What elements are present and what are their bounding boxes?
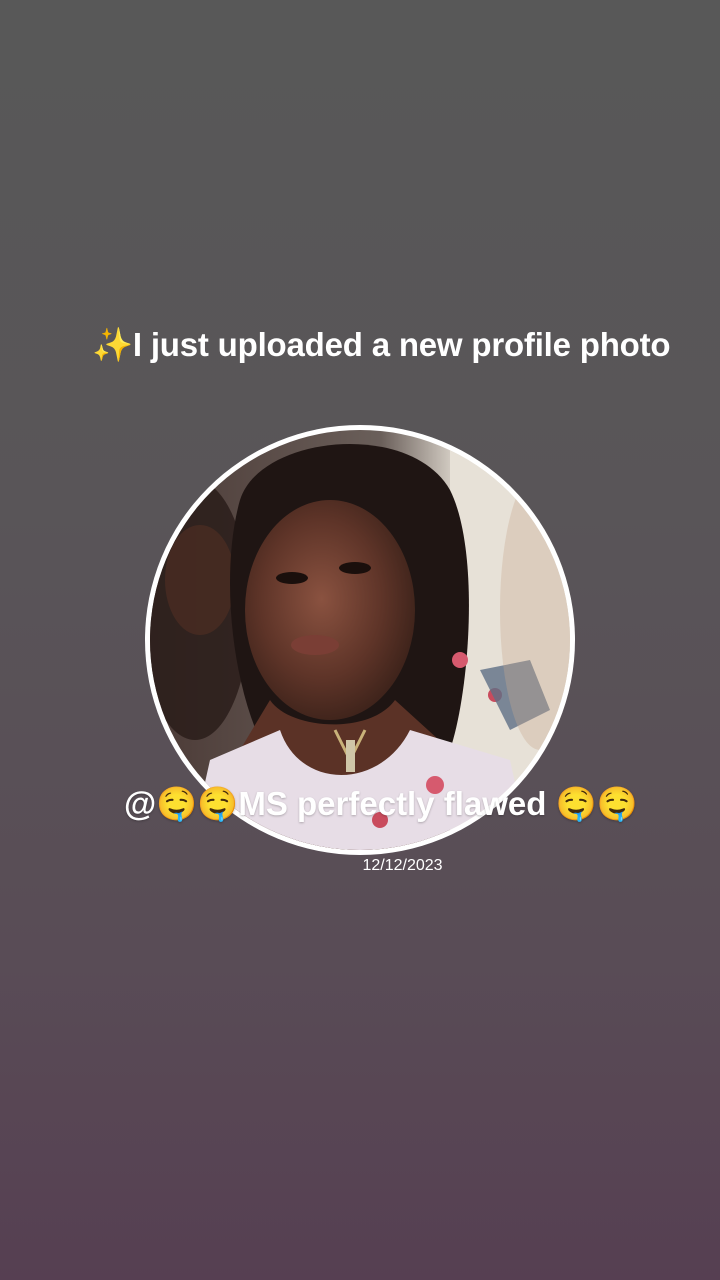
post-date: 12/12/2023: [362, 857, 443, 874]
caption: @🤤🤤MS perfectly flawed 🤤🤤: [124, 785, 638, 822]
headline: ✨I just uploaded a new profile photo: [92, 326, 671, 363]
